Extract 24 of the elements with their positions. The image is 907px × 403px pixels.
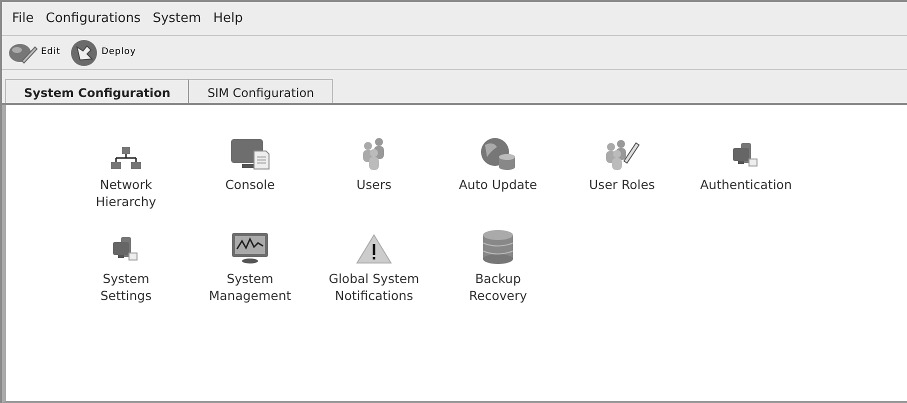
menu-item[interactable]: Help [211,6,251,30]
database-icon [480,229,516,265]
config-item[interactable]: Global System Notifications [312,229,436,323]
monitor-chart-icon [230,231,270,265]
menu-item[interactable]: System [150,6,210,30]
config-item[interactable]: Console [188,135,312,229]
menu-item[interactable]: Configurations [44,6,149,30]
config-item[interactable]: System Management [188,229,312,323]
config-item[interactable]: Authentication [684,135,808,229]
config-item[interactable]: Backup Recovery [436,229,560,323]
toolbar-button[interactable]: Deploy [70,38,140,66]
tab[interactable]: System Configuration [5,79,190,103]
tab[interactable]: SIM Configuration [189,79,334,103]
config-item[interactable]: User Roles [560,135,684,229]
monitor-icon [230,137,270,171]
network-icon [110,145,142,171]
config-item[interactable]: Auto Update [436,135,560,229]
config-item[interactable]: Users [312,135,436,229]
warning-icon [355,233,393,265]
config-item[interactable]: Network Hierarchy [64,135,188,229]
toolbar-button[interactable]: Edit [8,40,64,64]
menu-item[interactable]: File [10,6,42,30]
globe-icon [479,137,517,171]
config-item[interactable]: System Settings [64,229,188,323]
